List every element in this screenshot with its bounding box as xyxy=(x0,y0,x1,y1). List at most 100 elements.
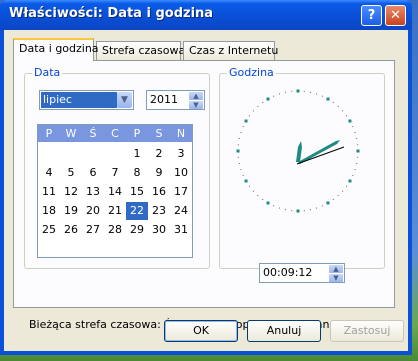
calendar-day[interactable]: 29 xyxy=(126,221,148,239)
minute-mark xyxy=(285,91,287,93)
weekday-label: S xyxy=(155,127,163,140)
calendar-header: PWŚCPSN xyxy=(38,125,192,142)
calendar-day[interactable]: 21 xyxy=(104,202,126,220)
minute-mark xyxy=(285,209,287,211)
spin-down-icon[interactable]: ▼ xyxy=(189,101,203,109)
minute-mark xyxy=(356,162,358,164)
weekday-label: C xyxy=(111,127,119,140)
hour-mark xyxy=(348,179,352,183)
time-group-label: Godzina xyxy=(227,66,276,79)
minute-mark xyxy=(248,185,250,187)
minute-mark xyxy=(242,126,244,128)
calendar-day[interactable]: 6 xyxy=(82,164,104,182)
calendar-day[interactable]: 17 xyxy=(170,183,192,201)
title-bar[interactable]: Właściwości: Data i godzina ? ✕ xyxy=(0,0,412,30)
calendar-day[interactable]: 12 xyxy=(60,183,82,201)
hour-mark xyxy=(236,149,240,153)
minute-mark xyxy=(316,207,318,209)
weekday-label: Ś xyxy=(89,127,97,140)
chevron-down-icon[interactable]: ▼ xyxy=(117,92,132,108)
calendar-day[interactable]: 13 xyxy=(82,183,104,201)
minute-hand xyxy=(298,140,340,164)
tab-label: Strefa czasowa xyxy=(102,44,186,57)
calendar-day[interactable]: 14 xyxy=(104,183,126,201)
hour-mark xyxy=(356,149,360,153)
apply-button[interactable]: Zastosuj xyxy=(330,320,404,342)
weekday-label: P xyxy=(133,127,141,140)
hour-mark xyxy=(296,89,300,93)
calendar-day[interactable]: 16 xyxy=(148,183,170,201)
calendar-day[interactable]: 23 xyxy=(148,202,170,220)
year-spinner[interactable]: 2011 ▲ ▼ xyxy=(146,90,205,110)
time-value: 00:09:12 xyxy=(263,266,313,279)
calendar-grid[interactable]: PWŚCPSN 1 2 3 4 5 6 7 8 9 10 11 12 13 14 15 16 17 18 19 20 2… xyxy=(37,124,193,258)
time-spinner[interactable]: 00:09:12 ▲ ▼ xyxy=(259,263,345,283)
calendar-day[interactable]: 28 xyxy=(104,221,126,239)
weekday-label: W xyxy=(65,127,77,140)
minute-mark xyxy=(332,199,334,201)
tab-internet-time[interactable]: Czas z Internetu xyxy=(183,41,279,60)
calendar-day[interactable]: 9 xyxy=(148,164,170,182)
calendar-day[interactable]: 18 xyxy=(38,202,60,220)
hour-mark xyxy=(296,209,300,213)
minute-mark xyxy=(303,90,305,92)
minute-mark xyxy=(354,169,356,171)
hour-mark xyxy=(266,201,270,205)
spin-down-icon[interactable]: ▼ xyxy=(329,274,343,282)
tab-label: Czas z Internetu xyxy=(189,44,279,57)
calendar-day[interactable]: 19 xyxy=(60,202,82,220)
cancel-button[interactable]: Anuluj xyxy=(247,320,321,342)
calendar-day[interactable]: 26 xyxy=(60,221,82,239)
calendar-day[interactable]: 2 xyxy=(148,145,170,163)
close-button[interactable]: ✕ xyxy=(385,5,406,26)
spin-up-icon[interactable]: ▲ xyxy=(189,92,203,100)
minute-mark xyxy=(356,138,358,140)
minute-mark xyxy=(278,93,280,95)
tab-date-time[interactable]: Data i godzina xyxy=(13,38,99,61)
calendar-day[interactable]: 1 xyxy=(126,145,148,163)
hour-mark xyxy=(244,119,248,123)
minute-mark xyxy=(309,91,311,93)
month-value: lipiec xyxy=(41,92,117,108)
calendar-day[interactable]: 3 xyxy=(170,145,192,163)
calendar-day[interactable]: 15 xyxy=(126,183,148,201)
minute-mark xyxy=(321,205,323,207)
tab-time-zone[interactable]: Strefa czasowa xyxy=(96,41,185,60)
calendar-day[interactable]: 22 xyxy=(126,202,148,220)
minute-mark xyxy=(238,162,240,164)
minute-mark xyxy=(262,199,264,201)
hour-mark xyxy=(266,97,270,101)
calendar-day[interactable]: 27 xyxy=(82,221,104,239)
minute-mark xyxy=(278,207,280,209)
spin-up-icon[interactable]: ▲ xyxy=(329,265,343,273)
ok-button[interactable]: OK xyxy=(164,320,238,342)
calendar-day[interactable]: 24 xyxy=(170,202,192,220)
minute-mark xyxy=(252,190,254,192)
minute-mark xyxy=(357,156,359,158)
calendar-day[interactable]: 4 xyxy=(38,164,60,182)
help-icon: ? xyxy=(367,8,376,23)
minute-mark xyxy=(357,144,359,146)
calendar-day[interactable]: 7 xyxy=(104,164,126,182)
help-button[interactable]: ? xyxy=(361,5,382,26)
calendar-day[interactable]: 30 xyxy=(148,221,170,239)
minute-mark xyxy=(240,169,242,171)
calendar-day[interactable]: 20 xyxy=(82,202,104,220)
minute-mark xyxy=(257,105,259,107)
hour-mark xyxy=(244,179,248,183)
minute-mark xyxy=(352,174,354,176)
calendar-day[interactable]: 11 xyxy=(38,183,60,201)
minute-mark xyxy=(337,195,339,197)
hour-mark xyxy=(326,97,330,101)
calendar-day[interactable]: 25 xyxy=(38,221,60,239)
minute-mark xyxy=(352,126,354,128)
calendar-day[interactable]: 31 xyxy=(170,221,192,239)
minute-mark xyxy=(237,156,239,158)
calendar-day[interactable]: 10 xyxy=(170,164,192,182)
month-select[interactable]: lipiec ▼ xyxy=(39,90,134,110)
hour-mark xyxy=(348,119,352,123)
minute-mark xyxy=(291,210,293,212)
calendar-day[interactable]: 5 xyxy=(60,164,82,182)
calendar-day[interactable]: 8 xyxy=(126,164,148,182)
hour-hand xyxy=(296,141,302,162)
